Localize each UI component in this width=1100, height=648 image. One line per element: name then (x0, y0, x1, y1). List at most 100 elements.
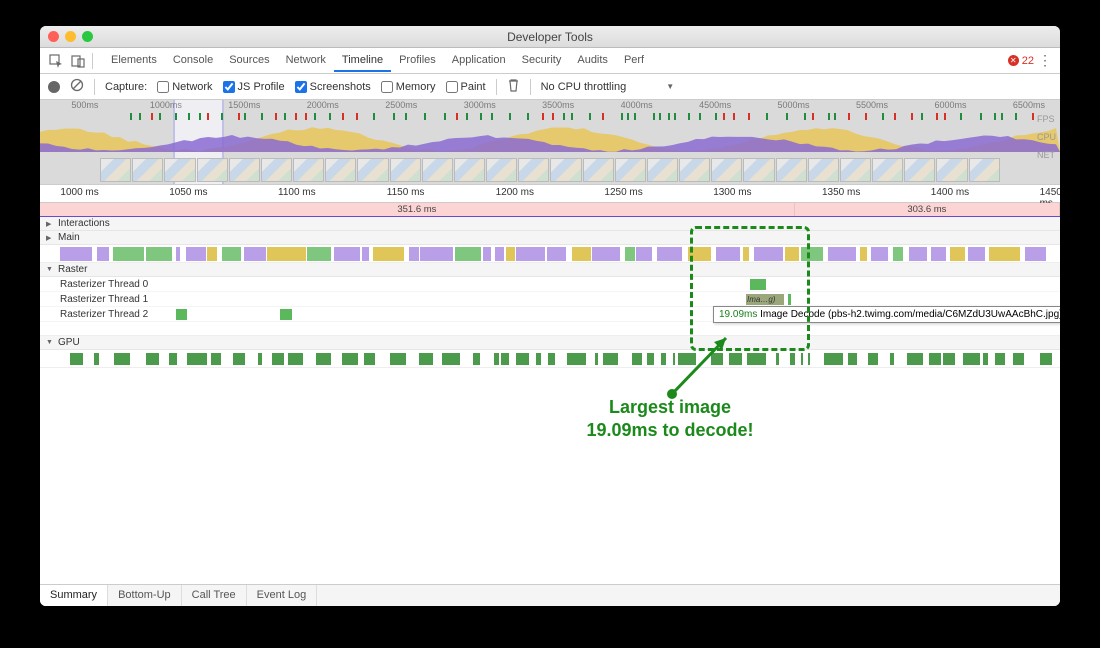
main-task[interactable] (572, 247, 585, 261)
main-task[interactable] (176, 247, 180, 261)
gpu-task[interactable] (929, 353, 941, 365)
main-task[interactable] (1025, 247, 1046, 261)
gpu-task[interactable] (983, 353, 989, 365)
flame-ruler[interactable]: 1000 ms1050 ms1100 ms1150 ms1200 ms1250 … (40, 185, 1060, 203)
tab-network[interactable]: Network (278, 49, 334, 72)
capture-screenshots-checkbox[interactable]: Screenshots (295, 81, 371, 93)
gpu-task[interactable] (824, 353, 843, 365)
gpu-task[interactable] (868, 353, 878, 365)
main-task[interactable] (989, 247, 1019, 261)
gpu-task[interactable] (632, 353, 642, 365)
raster-thread-0[interactable]: Rasterizer Thread 0 (40, 277, 1060, 292)
gpu-task[interactable] (494, 353, 499, 365)
clear-button[interactable] (70, 78, 84, 95)
gpu-task[interactable] (342, 353, 358, 365)
main-task[interactable] (495, 247, 503, 261)
gpu-task[interactable] (673, 353, 675, 365)
tab-perf[interactable]: Perf (616, 49, 652, 72)
gpu-task[interactable] (146, 353, 159, 365)
main-task[interactable] (362, 247, 369, 261)
gpu-task[interactable] (288, 353, 304, 365)
capture-jsprofile-checkbox[interactable]: JS Profile (223, 81, 285, 93)
main-task[interactable] (267, 247, 292, 261)
main-task[interactable] (860, 247, 866, 261)
image-decode-task[interactable]: Ima…g) (746, 294, 784, 305)
main-task[interactable] (455, 247, 481, 261)
gpu-task[interactable] (187, 353, 206, 365)
device-toggle-icon[interactable] (68, 52, 88, 70)
gpu-task[interactable] (943, 353, 954, 365)
tab-console[interactable]: Console (165, 49, 221, 72)
tab-security[interactable]: Security (514, 49, 570, 72)
tab-audits[interactable]: Audits (569, 49, 616, 72)
main-task[interactable] (828, 247, 856, 261)
capture-network-checkbox[interactable]: Network (157, 81, 212, 93)
raster-task[interactable] (280, 309, 292, 320)
main-task[interactable] (307, 247, 331, 261)
main-task[interactable] (754, 247, 782, 261)
main-task[interactable] (950, 247, 965, 261)
gpu-task[interactable] (647, 353, 654, 365)
frame-segment[interactable]: 303.6 ms (795, 203, 1060, 216)
main-task[interactable] (785, 247, 798, 261)
main-task[interactable] (893, 247, 903, 261)
gpu-task[interactable] (419, 353, 433, 365)
main-task[interactable] (636, 247, 652, 261)
gpu-task[interactable] (747, 353, 766, 365)
gpu-task[interactable] (1013, 353, 1025, 365)
track-main-header[interactable]: ▶Main (40, 231, 1060, 245)
gpu-task[interactable] (536, 353, 541, 365)
main-task[interactable] (688, 247, 711, 261)
tab-sources[interactable]: Sources (221, 49, 277, 72)
gpu-task[interactable] (501, 353, 510, 365)
main-task[interactable] (146, 247, 172, 261)
main-task[interactable] (373, 247, 405, 261)
main-task[interactable] (207, 247, 216, 261)
gpu-task[interactable] (907, 353, 923, 365)
tab-timeline[interactable]: Timeline (334, 49, 391, 72)
tab-elements[interactable]: Elements (103, 49, 165, 72)
details-tab-call-tree[interactable]: Call Tree (182, 585, 247, 606)
gpu-task[interactable] (661, 353, 666, 365)
main-task[interactable] (516, 247, 545, 261)
record-button[interactable] (48, 81, 60, 93)
more-menu-icon[interactable]: ⋮ (1036, 52, 1054, 69)
main-task[interactable] (60, 247, 92, 261)
main-task[interactable] (222, 247, 241, 261)
gpu-task[interactable] (678, 353, 695, 365)
frames-strip[interactable]: 351.6 ms303.6 ms (40, 203, 1060, 217)
cpu-throttle-select[interactable]: No CPU throttling ▼ (541, 81, 675, 93)
frame-segment[interactable]: 351.6 ms (40, 203, 795, 216)
main-task[interactable] (113, 247, 144, 261)
gpu-task[interactable] (995, 353, 1005, 365)
gpu-task[interactable] (801, 353, 804, 365)
capture-paint-checkbox[interactable]: Paint (446, 81, 486, 93)
track-gpu[interactable] (40, 350, 1060, 368)
main-task[interactable] (743, 247, 748, 261)
gpu-task[interactable] (790, 353, 795, 365)
gpu-task[interactable] (258, 353, 262, 365)
gpu-task[interactable] (711, 353, 724, 365)
gpu-task[interactable] (114, 353, 130, 365)
gpu-task[interactable] (473, 353, 480, 365)
details-tab-summary[interactable]: Summary (40, 585, 108, 606)
main-task[interactable] (871, 247, 888, 261)
main-task[interactable] (483, 247, 491, 261)
main-task[interactable] (420, 247, 453, 261)
gpu-task[interactable] (567, 353, 586, 365)
gpu-task[interactable] (548, 353, 555, 365)
track-raster-header[interactable]: ▼Raster (40, 263, 1060, 277)
gpu-task[interactable] (169, 353, 178, 365)
gpu-task[interactable] (272, 353, 284, 365)
main-task[interactable] (931, 247, 946, 261)
main-task[interactable] (968, 247, 985, 261)
details-tab-event-log[interactable]: Event Log (247, 585, 318, 606)
main-task[interactable] (909, 247, 927, 261)
gpu-task[interactable] (595, 353, 599, 365)
track-interactions-header[interactable]: ▶Interactions (40, 217, 1060, 231)
raster-task[interactable] (176, 309, 187, 320)
gpu-task[interactable] (729, 353, 742, 365)
tab-application[interactable]: Application (444, 49, 514, 72)
gpu-task[interactable] (516, 353, 529, 365)
gpu-task[interactable] (776, 353, 779, 365)
